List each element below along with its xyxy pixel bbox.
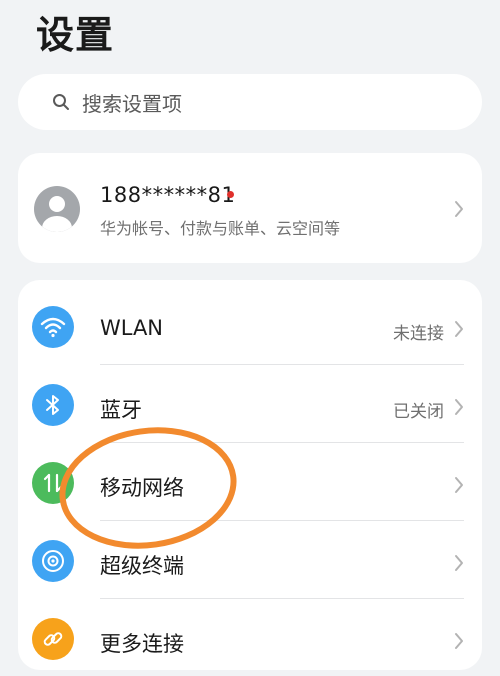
list-item-label: WLAN (100, 316, 164, 340)
list-item-status: 未连接 (393, 324, 444, 344)
list-item-label: 超级终端 (100, 554, 184, 578)
list-item-label: 更多连接 (100, 632, 184, 656)
connections-list: WLAN 未连接 蓝牙 已关闭 移动网络 超级终端 更多连接 (18, 280, 482, 670)
page-title: 设置 (36, 13, 115, 57)
list-item-bluetooth[interactable]: 蓝牙 已关闭 (18, 364, 482, 442)
wifi-icon (32, 306, 74, 348)
list-item-super-device[interactable]: 超级终端 (18, 520, 482, 598)
notification-dot (227, 191, 234, 198)
list-item-status: 已关闭 (393, 402, 444, 422)
avatar (34, 186, 80, 232)
chevron-right-icon (455, 201, 463, 217)
account-subtitle: 华为帐号、付款与账单、云空间等 (100, 219, 341, 238)
chevron-right-icon (455, 321, 463, 337)
search-placeholder: 搜索设置项 (82, 91, 182, 116)
chevron-right-icon (455, 555, 463, 571)
search-bar[interactable]: 搜索设置项 (18, 74, 482, 130)
super-device-icon (32, 540, 74, 582)
bluetooth-icon (32, 384, 74, 426)
link-icon (32, 618, 74, 660)
chevron-right-icon (455, 633, 463, 649)
list-item-label: 蓝牙 (100, 398, 142, 422)
chevron-right-icon (455, 399, 463, 415)
mobile-data-icon (32, 462, 74, 504)
person-icon (42, 196, 72, 232)
list-item-wlan[interactable]: WLAN 未连接 (18, 286, 482, 364)
search-icon (53, 94, 69, 110)
list-item-label: 移动网络 (100, 476, 184, 500)
account-card[interactable]: 188******81 华为帐号、付款与账单、云空间等 (18, 153, 482, 263)
list-item-mobile-network[interactable]: 移动网络 (18, 442, 482, 520)
chevron-right-icon (455, 477, 463, 493)
account-name: 188******81 (100, 183, 236, 207)
list-item-more-connections[interactable]: 更多连接 (18, 598, 482, 676)
